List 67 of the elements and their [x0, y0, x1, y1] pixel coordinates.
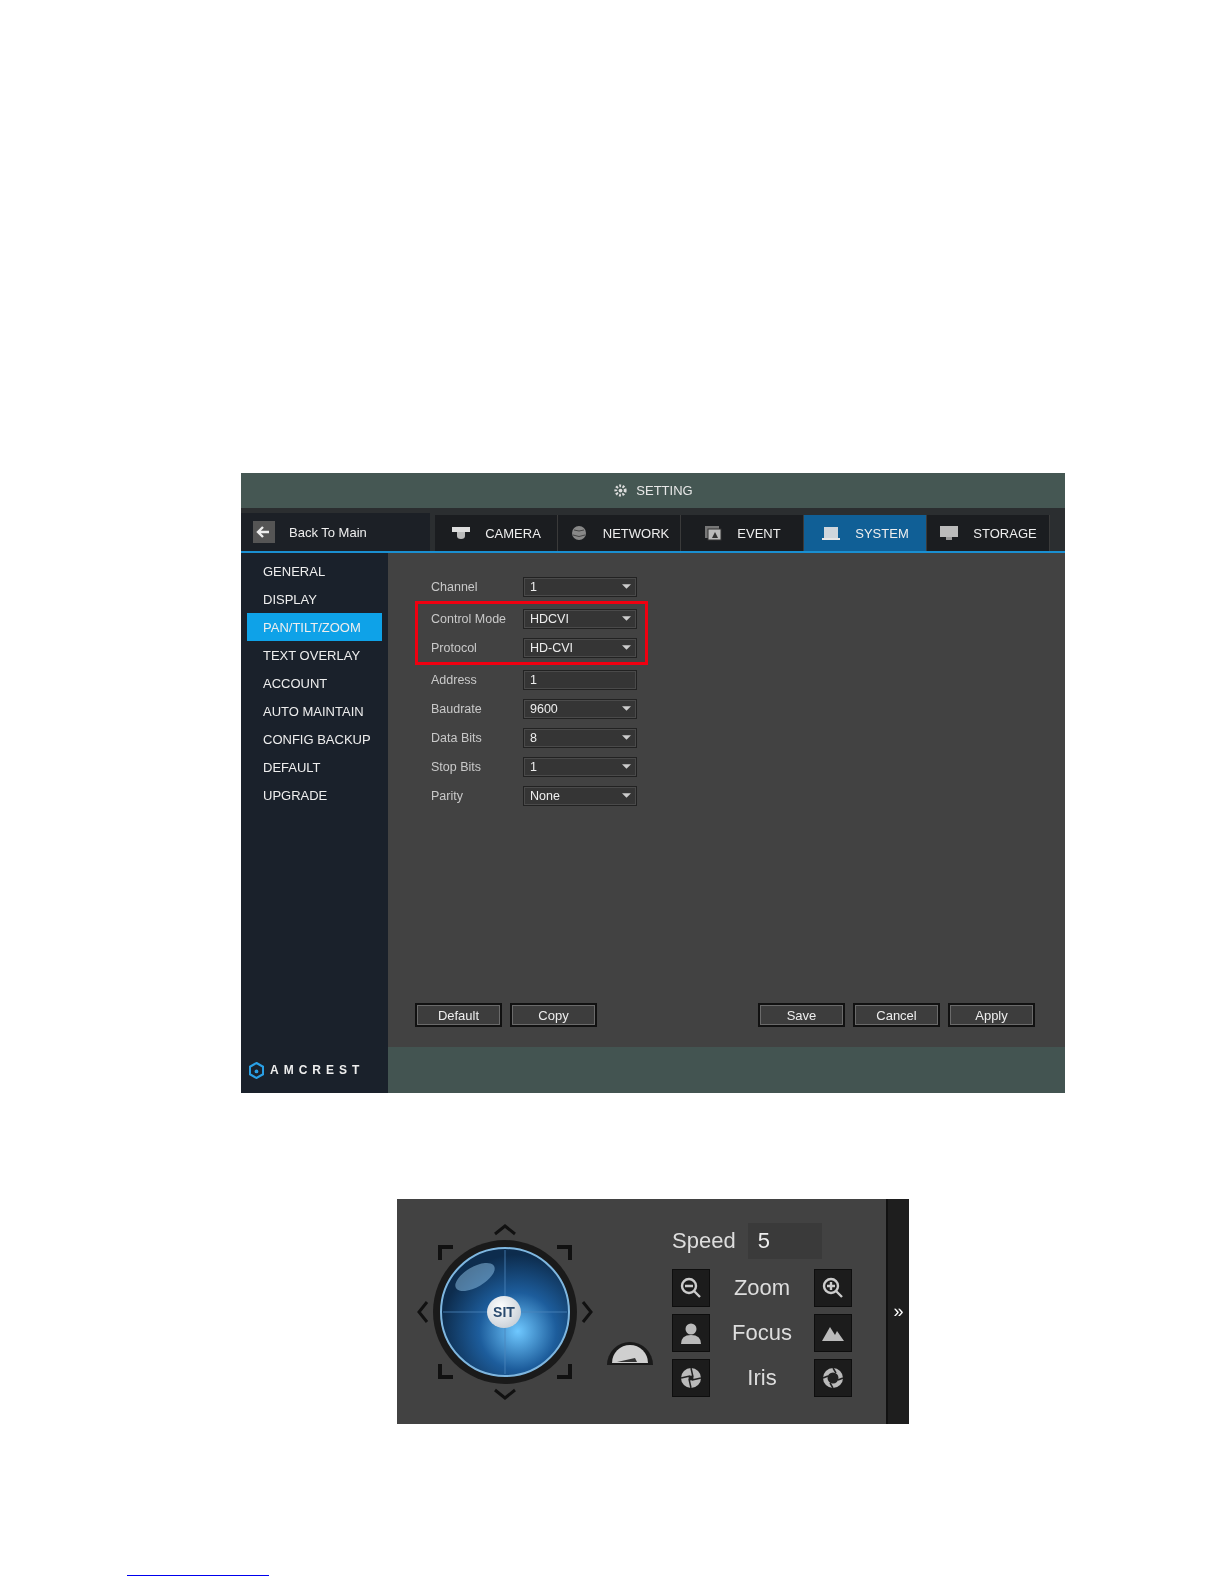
sidebar-item[interactable]: AUTO MAINTAIN	[247, 697, 382, 725]
tab[interactable]: NETWORK	[558, 515, 681, 551]
iris-open-button[interactable]	[814, 1358, 852, 1397]
tab[interactable]: EVENT	[681, 515, 804, 551]
zoom-out-icon	[679, 1275, 703, 1300]
zoom-in-icon	[821, 1275, 845, 1300]
caret-icon	[622, 584, 631, 589]
caret-icon	[622, 764, 631, 769]
monitor-icon	[939, 525, 960, 541]
joystick-drawing[interactable]	[415, 1221, 595, 1402]
sidebar-item[interactable]: DEFAULT	[247, 753, 382, 781]
action-button[interactable]: Apply	[948, 1003, 1035, 1027]
sidebar-item[interactable]: TEXT OVERLAY	[247, 641, 382, 669]
camera-icon	[451, 525, 472, 541]
field-label: Parity	[431, 788, 464, 803]
iris-close-button[interactable]	[672, 1358, 710, 1397]
speed-field[interactable]: 5	[747, 1223, 822, 1259]
field-label: Control Mode	[431, 611, 508, 626]
caret-icon	[622, 706, 631, 711]
tab[interactable]: SYSTEM	[804, 515, 927, 551]
drive-icon	[821, 525, 842, 541]
field-label: Stop Bits	[431, 759, 483, 774]
aperture-icon	[679, 1365, 703, 1390]
field-label: Protocol	[431, 640, 478, 655]
aperture-icon	[821, 1365, 845, 1390]
field-label: Address	[431, 672, 478, 687]
action-button[interactable]: Save	[758, 1003, 845, 1027]
dropdown[interactable]: None	[523, 785, 637, 806]
control-label: Zoom	[733, 1274, 791, 1301]
window-title: SETTING	[636, 483, 693, 498]
field-label: Channel	[431, 579, 479, 594]
dropdown[interactable]: 1	[523, 576, 637, 597]
dropdown[interactable]: 1	[523, 756, 637, 777]
sidebar-item[interactable]: CONFIG BACKUP	[247, 725, 382, 753]
field-label: Baudrate	[431, 701, 483, 716]
zoom-out-button[interactable]	[672, 1268, 710, 1307]
action-button[interactable]: Cancel	[853, 1003, 940, 1027]
sidebar-item[interactable]: UPGRADE	[247, 781, 382, 809]
brand-logo: AMCREST	[270, 1063, 365, 1077]
back-button[interactable]: Back To Main	[241, 513, 430, 551]
dropdown[interactable]: HDCVI	[523, 608, 637, 629]
caret-icon	[622, 645, 631, 650]
sidebar-item[interactable]: ACCOUNT	[247, 669, 382, 697]
sidebar-item[interactable]: GENERAL	[247, 557, 382, 585]
action-button[interactable]: Default	[415, 1003, 502, 1027]
picture-icon	[703, 525, 724, 541]
dropdown[interactable]: 8	[523, 727, 637, 748]
caret-icon	[622, 793, 631, 798]
control-label: Iris	[747, 1364, 777, 1391]
action-button[interactable]: Copy	[510, 1003, 597, 1027]
dropdown[interactable]: HD-CVI	[523, 637, 637, 658]
dropdown[interactable]: 9600	[523, 698, 637, 719]
control-label: Focus	[732, 1319, 792, 1346]
focus-near-button[interactable]	[672, 1313, 710, 1352]
field-label: Data Bits	[431, 730, 483, 745]
speed-label: Speed	[672, 1228, 736, 1254]
gear-icon	[613, 483, 629, 498]
sidebar-item[interactable]: DISPLAY	[247, 585, 382, 613]
tab[interactable]: CAMERA	[435, 515, 558, 551]
expand-button[interactable]: »	[886, 1199, 909, 1424]
focus-far-button[interactable]	[814, 1313, 852, 1352]
caret-icon	[622, 735, 631, 740]
tab[interactable]: STORAGE	[927, 515, 1050, 551]
hexagon-logo-icon	[249, 1061, 264, 1079]
zoom-in-button[interactable]	[814, 1268, 852, 1307]
input-field[interactable]: 1	[523, 669, 637, 690]
caret-icon	[622, 616, 631, 621]
